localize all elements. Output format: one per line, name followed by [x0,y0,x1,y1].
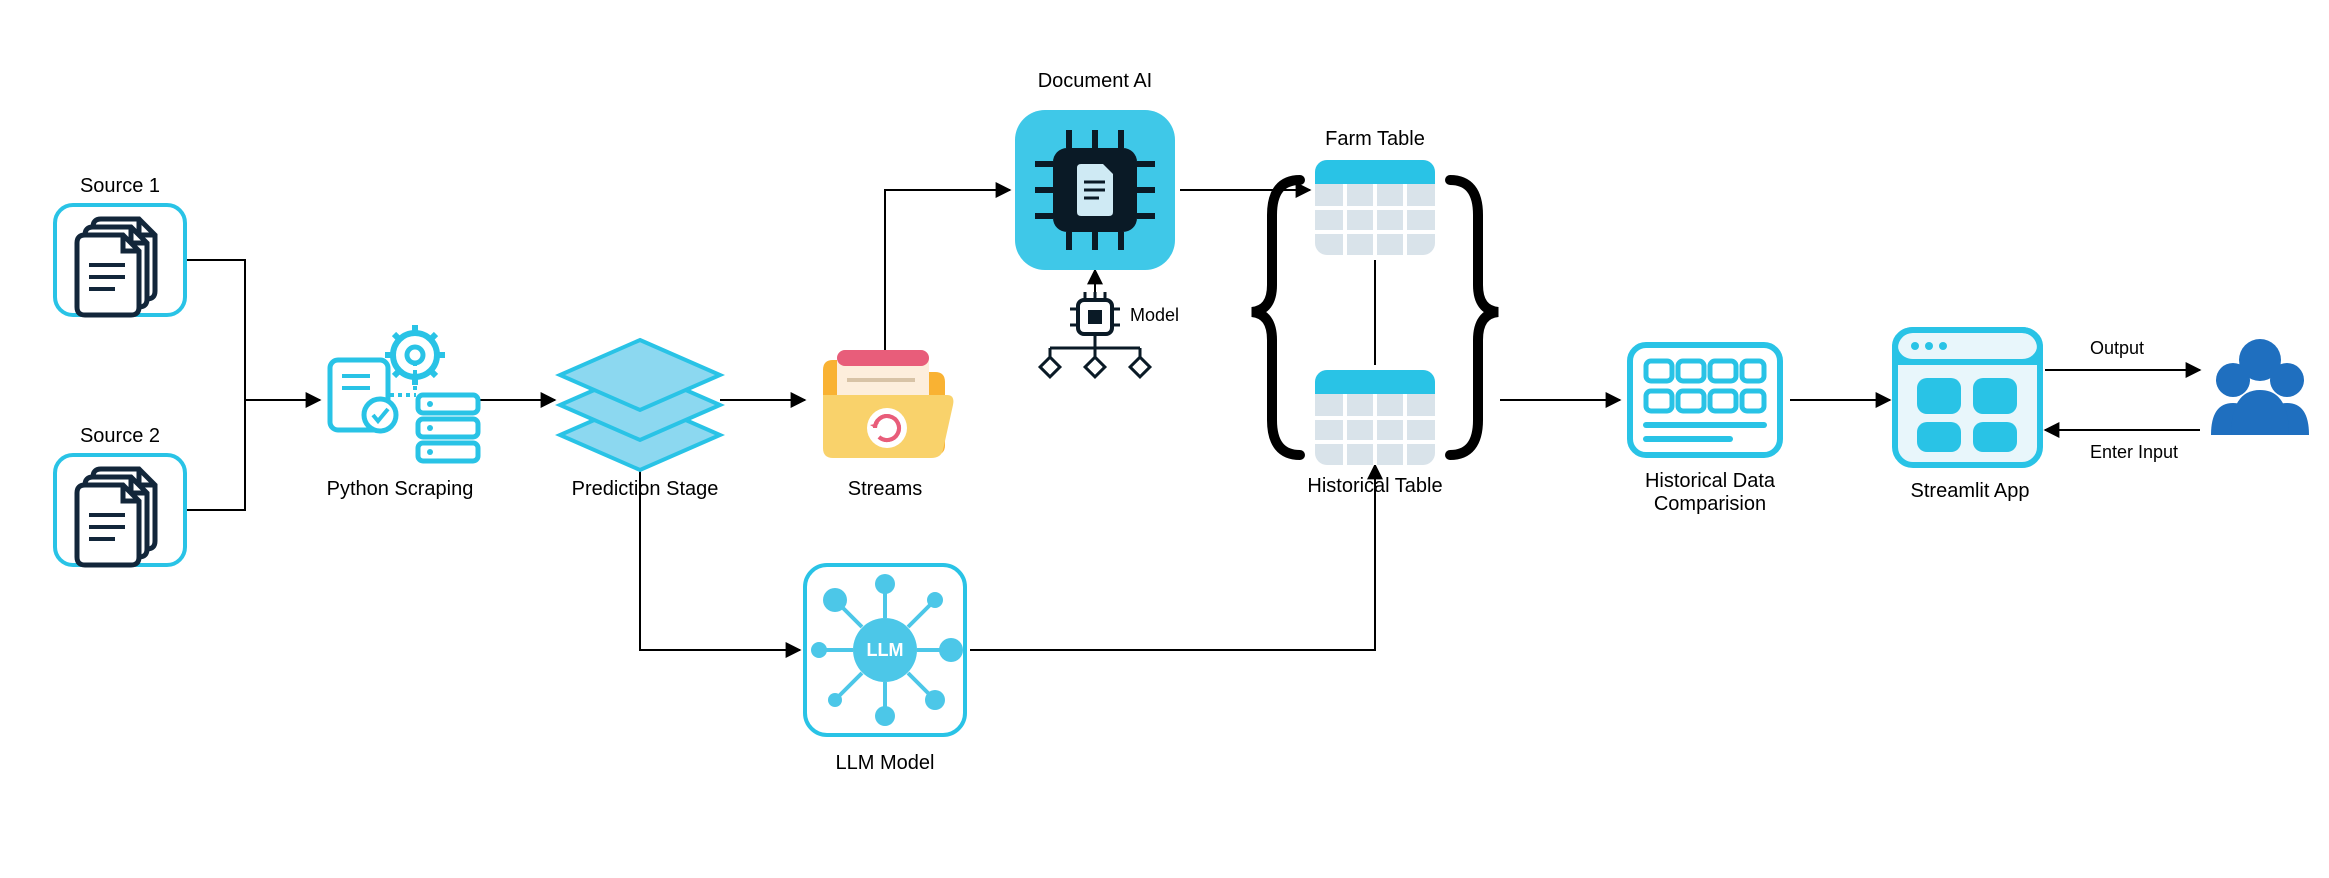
llm-model-icon: LLM [805,565,965,735]
farm-table-label: Farm Table [1300,128,1450,151]
users-icon [2211,339,2309,435]
streamlit-app-icon [1895,330,2040,465]
prediction-stage-icon [560,340,720,470]
diagram-canvas: LLM [0,0,2329,878]
document-ai-icon [1015,110,1175,270]
enter-input-edge-label: Enter Input [2090,442,2210,463]
documents-icon [55,205,185,315]
output-edge-label: Output [2090,338,2190,359]
svg-text:LLM: LLM [867,640,904,660]
historical-table-icon [1315,370,1435,465]
llm-model-label: LLM Model [805,752,965,775]
model-label: Model [1130,305,1210,326]
historical-table-label: Historical Table [1290,475,1460,498]
python-scraping-icon [330,325,478,461]
streams-label: Streams [810,478,960,501]
historical-data-comparison-label: Historical Data Comparision [1620,470,1800,516]
streamlit-app-label: Streamlit App [1890,480,2050,503]
document-ai-label: Document AI [1005,70,1185,93]
streams-folder-icon [823,350,953,458]
source2-label: Source 2 [55,425,185,448]
comparison-icon [1630,345,1780,455]
source1-label: Source 1 [55,175,185,198]
prediction-stage-label: Prediction Stage [550,478,740,501]
documents-icon [55,455,185,565]
svg-layer: LLM [0,0,2329,878]
python-scraping-label: Python Scraping [300,478,500,501]
farm-table-icon [1315,160,1435,255]
